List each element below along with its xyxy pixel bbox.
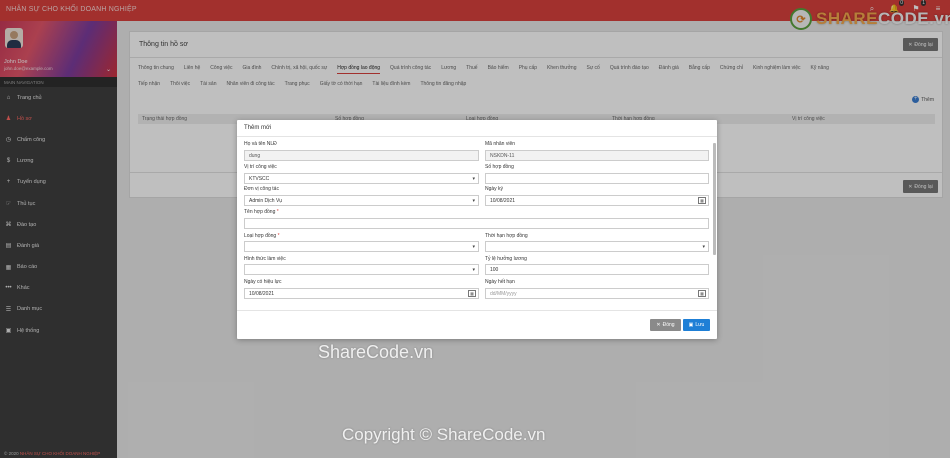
unit-label: Đơn vị công tác bbox=[244, 186, 279, 192]
caret-down-icon: ▾ bbox=[472, 198, 475, 204]
caret-down-icon: ▾ bbox=[472, 176, 475, 182]
caret-down-icon: ▾ bbox=[472, 244, 475, 250]
add-contract-modal: Thêm mới Họ và tên NLĐ dung Mã nhân viên… bbox=[237, 120, 717, 339]
sign-date-label: Ngày ký bbox=[485, 186, 504, 192]
contract-name-label: Tên hợp đồng * bbox=[244, 209, 279, 215]
contract-term-label: Thời hạn hợp đồng bbox=[485, 233, 528, 239]
contract-number-input[interactable] bbox=[485, 173, 709, 184]
modal-header-divider bbox=[237, 136, 717, 137]
watermark-copyright: Copyright © ShareCode.vn bbox=[342, 425, 546, 444]
full-name-field: dung bbox=[244, 150, 479, 161]
salary-rate-label: Tỷ lệ hưởng lương bbox=[485, 256, 527, 262]
calendar-icon[interactable]: ▦ bbox=[468, 290, 476, 297]
work-form-select[interactable]: ▾ bbox=[244, 264, 479, 275]
expiry-date-input[interactable]: dd/MM/yyyy ▦ bbox=[485, 288, 709, 299]
contract-type-select[interactable]: ▾ bbox=[244, 241, 479, 252]
full-name-label: Họ và tên NLĐ bbox=[244, 141, 277, 147]
watermark-center: ShareCode.vn bbox=[318, 342, 434, 362]
effective-date-input[interactable]: 10/08/2021 ▦ bbox=[244, 288, 479, 299]
caret-down-icon: ▾ bbox=[702, 244, 705, 250]
employee-id-field: NSKDN-11 bbox=[485, 150, 709, 161]
modal-footer-divider bbox=[237, 310, 717, 311]
save-icon: ▣ bbox=[688, 322, 694, 328]
contract-term-select[interactable]: ▾ bbox=[485, 241, 709, 252]
salary-rate-input[interactable]: 100 bbox=[485, 264, 709, 275]
expiry-date-label: Ngày hết hạn bbox=[485, 279, 515, 285]
contract-type-label: Loại hợp đồng * bbox=[244, 233, 280, 239]
effective-date-label: Ngày có hiệu lực bbox=[244, 279, 282, 285]
modal-title: Thêm mới bbox=[244, 125, 272, 131]
calendar-icon[interactable]: ▦ bbox=[698, 290, 706, 297]
contract-number-label: Số hợp đồng bbox=[485, 164, 514, 170]
save-button[interactable]: ▣ Lưu bbox=[683, 319, 710, 331]
cancel-button[interactable]: ✕ Đóng bbox=[650, 319, 681, 331]
contract-name-input[interactable] bbox=[244, 218, 709, 229]
work-form-label: Hình thức làm việc bbox=[244, 256, 286, 262]
employee-id-label: Mã nhân viên bbox=[485, 141, 516, 147]
calendar-icon[interactable]: ▦ bbox=[698, 197, 706, 204]
position-label: Vị trí công việc bbox=[244, 164, 277, 170]
position-select[interactable]: KTVSCC ▾ bbox=[244, 173, 479, 184]
sign-date-input[interactable]: 10/08/2021 ▦ bbox=[485, 195, 709, 206]
close-icon: ✕ bbox=[656, 322, 661, 328]
caret-down-icon: ▾ bbox=[472, 267, 475, 273]
unit-select[interactable]: Admin Dịch Vụ ▾ bbox=[244, 195, 479, 206]
modal-scrollbar[interactable] bbox=[713, 143, 716, 255]
